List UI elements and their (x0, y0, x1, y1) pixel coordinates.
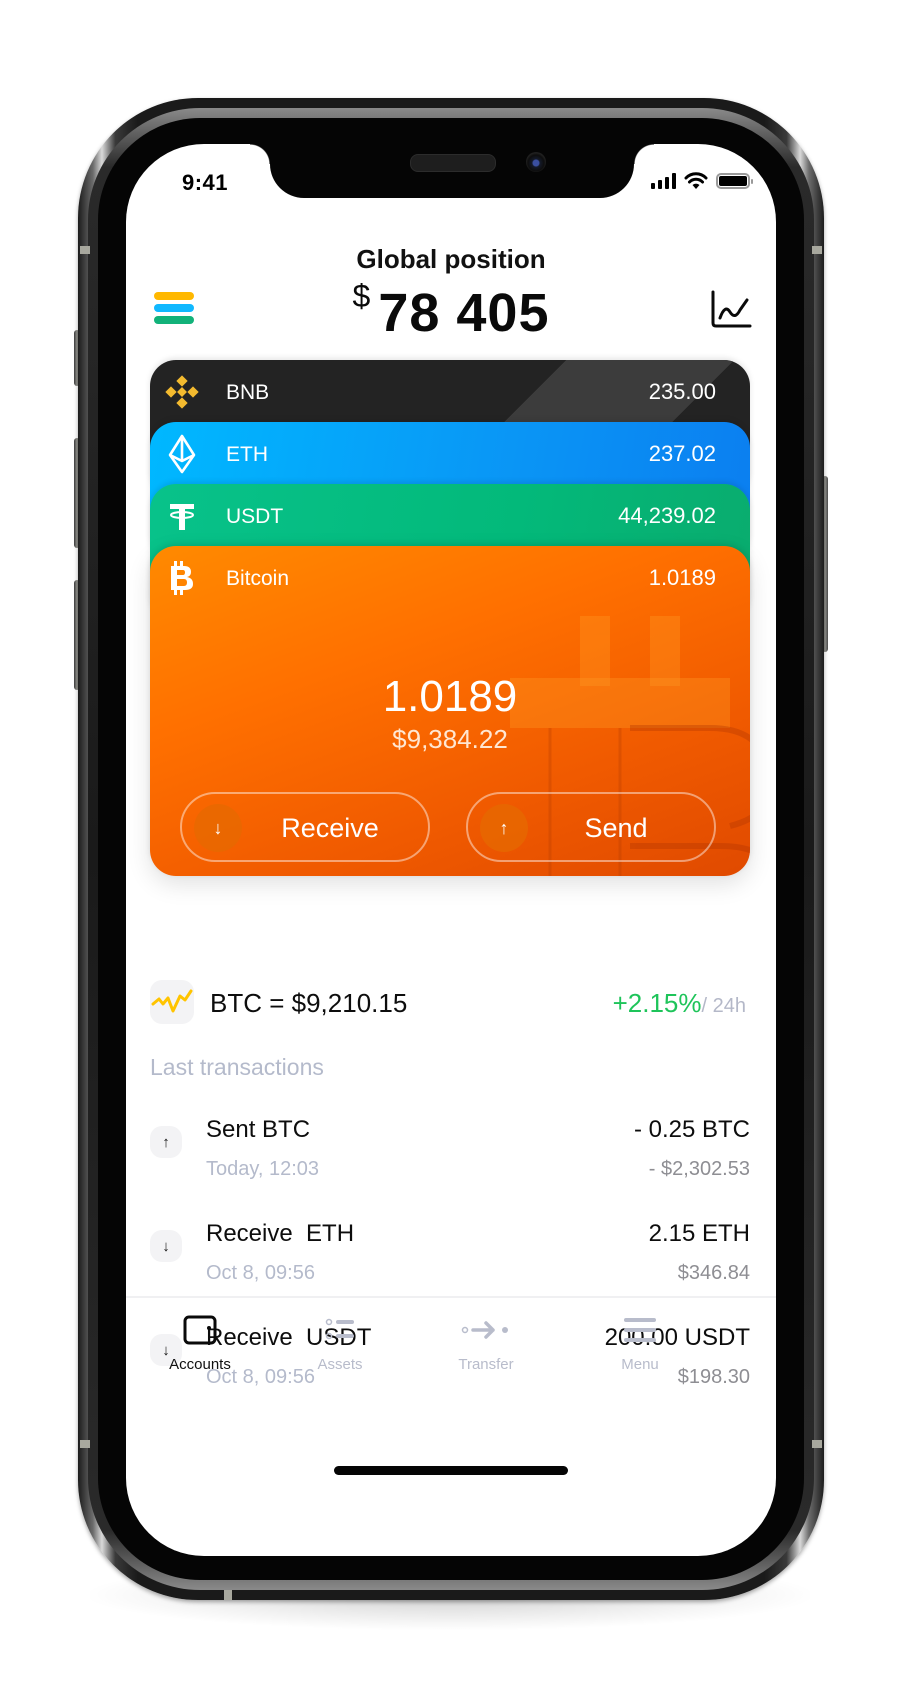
notch (250, 144, 654, 198)
transaction-title: Receive ETH (206, 1220, 355, 1247)
speaker (410, 154, 496, 172)
antenna-band (812, 246, 822, 254)
card-balance: 1.0189 (648, 565, 716, 590)
btc-rate-row[interactable]: BTC = $9,210.15 +2.15%/ 24h (150, 980, 750, 1026)
rate-change-percent: +2.15% (612, 988, 702, 1018)
tab-accounts[interactable]: Accounts (140, 1312, 260, 1373)
wifi-icon (684, 172, 708, 189)
global-position-amount: $78 405 (126, 278, 776, 344)
antenna-band (80, 1440, 90, 1448)
card-header: Bitcoin 1.0189 (150, 546, 750, 608)
card-header: BNB 235.00 (150, 360, 750, 422)
status-time: 9:41 (182, 170, 229, 195)
btc-rate: BTC = $9,210.15 (210, 988, 408, 1018)
tab-label: Accounts (169, 1356, 231, 1373)
transaction-amount: 2.15 ETH (648, 1220, 750, 1247)
tab-transfer[interactable]: Transfer (426, 1312, 546, 1373)
rate-period: / 24h (701, 995, 746, 1017)
transaction-title: Sent BTC (206, 1116, 311, 1143)
cellular-signal-icon (651, 173, 676, 189)
tab-label: Transfer (458, 1356, 514, 1373)
eth-icon (164, 434, 200, 474)
card-name: ETH (226, 443, 268, 466)
card-name: BNB (226, 381, 270, 404)
antenna-band (224, 1590, 232, 1600)
transaction-fiat: - $2,302.53 (648, 1158, 750, 1180)
card-header: USDT 44,239.02 (150, 484, 750, 546)
send-button[interactable]: ↑ Send (466, 792, 716, 862)
receive-button[interactable]: ↓ Receive (180, 792, 430, 862)
bnb-icon (164, 374, 200, 410)
arrow-up-icon: ↑ (150, 1126, 182, 1158)
transaction-date: Oct 8, 09:56 (206, 1262, 315, 1284)
transaction-fiat: $346.84 (677, 1262, 750, 1284)
card-balance: 237.02 (648, 441, 716, 466)
battery-icon (716, 173, 753, 189)
transaction-row[interactable]: ↓ Receive ETH Oct 8, 09:56 2.15 ETH $346… (150, 1220, 750, 1304)
trend-icon (150, 980, 194, 1024)
tether-icon (164, 498, 200, 534)
card-header: ETH 237.02 (150, 422, 750, 484)
wallet-card-stack: BNB 235.00 ETH 237.02 USDT 44,239.02 Bit… (150, 360, 750, 876)
active-card-amount: 1.0189 (382, 672, 518, 721)
list-icon (280, 1312, 400, 1348)
rate-change: +2.15%/ 24h (613, 988, 746, 1019)
card-balance: 44,239.02 (618, 503, 716, 528)
card-bitcoin[interactable]: Bitcoin 1.0189 1.0189 $9,384.22 ↓ Receiv… (150, 546, 750, 876)
bitcoin-icon (164, 560, 200, 596)
card-name: USDT (226, 505, 284, 528)
tab-label: Assets (317, 1356, 363, 1373)
card-balance: 235.00 (648, 379, 716, 404)
home-indicator[interactable] (334, 1466, 568, 1475)
transaction-row[interactable]: ↑ Sent BTC Today, 12:03 - 0.25 BTC - $2,… (150, 1116, 750, 1200)
card-name: Bitcoin (226, 567, 290, 590)
transfer-icon (426, 1312, 546, 1348)
arrow-down-icon: ↓ (150, 1230, 182, 1262)
global-total: 78 405 (378, 283, 550, 343)
menu-icon (580, 1312, 700, 1348)
chart-icon[interactable] (710, 290, 752, 328)
active-card-fiat: $9,384.22 (392, 724, 508, 754)
tab-assets[interactable]: Assets (280, 1312, 400, 1373)
transaction-amount: - 0.25 BTC (633, 1116, 750, 1143)
transaction-date: Today, 12:03 (206, 1158, 320, 1180)
wallet-icon (140, 1312, 260, 1348)
tab-label: Menu (621, 1356, 659, 1373)
receive-label: Receive (281, 813, 379, 843)
page-title: Global position (356, 244, 546, 274)
antenna-band (812, 1440, 822, 1448)
status-icons (651, 172, 753, 190)
transactions-heading: Last transactions (150, 1054, 324, 1080)
tab-menu[interactable]: Menu (580, 1312, 700, 1373)
antenna-band (80, 246, 90, 254)
bottom-tab-bar: Accounts Assets Transfer Menu (126, 1296, 776, 1398)
app-screen: 9:41 Global position $78 405 BNB 235.00 … (126, 144, 776, 1556)
currency-symbol: $ (352, 278, 371, 314)
send-label: Send (584, 813, 648, 843)
front-camera (526, 152, 546, 172)
